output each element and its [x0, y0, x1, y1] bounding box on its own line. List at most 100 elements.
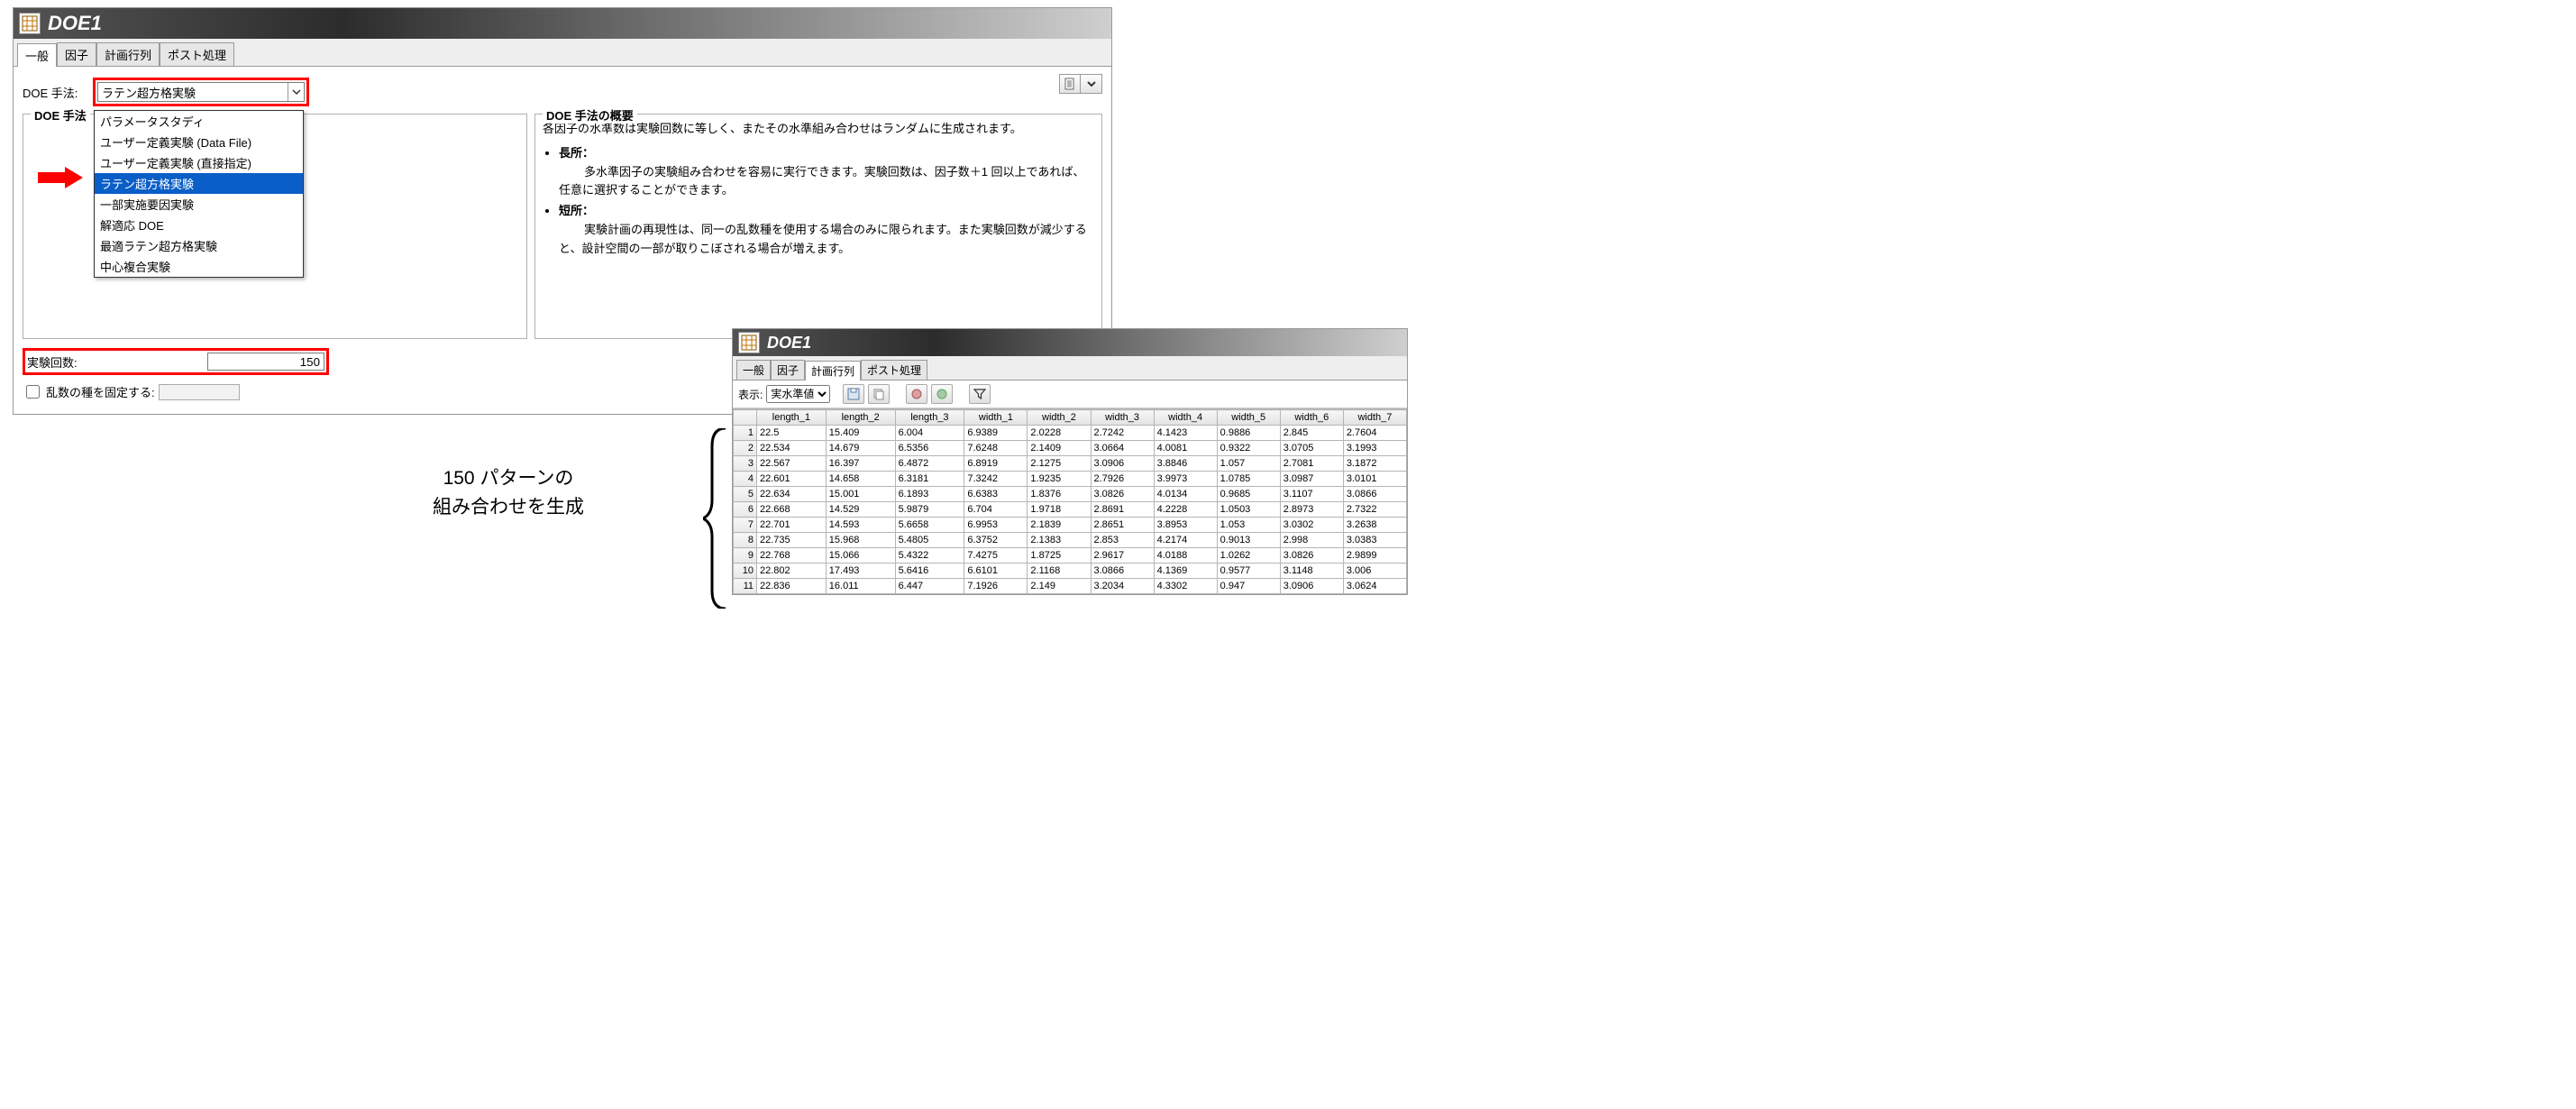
column-header[interactable]: length_3 — [895, 410, 964, 426]
tab-design-matrix[interactable]: 計画行列 — [96, 42, 160, 66]
tab-post[interactable]: ポスト処理 — [160, 42, 234, 66]
table-row[interactable]: 822.73515.9685.48056.37522.13832.8534.21… — [734, 533, 1407, 548]
table-row[interactable]: 1022.80217.4935.64166.61012.11683.08664.… — [734, 564, 1407, 579]
cell[interactable]: 14.658 — [826, 472, 895, 487]
circle-green-icon[interactable] — [931, 384, 953, 404]
cell[interactable]: 5.4805 — [895, 533, 964, 548]
tab-factors[interactable]: 因子 — [57, 42, 96, 66]
column-header[interactable]: width_1 — [964, 410, 1028, 426]
cell[interactable]: 3.0624 — [1343, 579, 1406, 594]
cell[interactable]: 2.9617 — [1091, 548, 1154, 564]
cell[interactable]: 16.011 — [826, 579, 895, 594]
cell[interactable]: 5.6416 — [895, 564, 964, 579]
cell[interactable]: 14.529 — [826, 502, 895, 518]
cell[interactable]: 22.5 — [757, 426, 827, 441]
cell[interactable]: 3.8953 — [1154, 518, 1217, 533]
cell[interactable]: 0.9886 — [1217, 426, 1280, 441]
cell[interactable]: 3.0906 — [1091, 456, 1154, 472]
display-select[interactable]: 実水準値 — [766, 385, 830, 403]
cell[interactable]: 3.0383 — [1343, 533, 1406, 548]
tab-design-matrix[interactable]: 計画行列 — [805, 361, 861, 380]
cell[interactable]: 22.735 — [757, 533, 827, 548]
cell[interactable]: 6.447 — [895, 579, 964, 594]
table-row[interactable]: 322.56716.3976.48726.89192.12753.09063.8… — [734, 456, 1407, 472]
dropdown-item[interactable]: パラメータスタディ — [95, 111, 303, 132]
copy-icon[interactable] — [868, 384, 890, 404]
cell[interactable]: 3.0302 — [1280, 518, 1343, 533]
cell[interactable]: 5.4322 — [895, 548, 964, 564]
dropdown-item[interactable]: 最適ラテン超方格実験 — [95, 235, 303, 256]
cell[interactable]: 2.7242 — [1091, 426, 1154, 441]
cell[interactable]: 3.9973 — [1154, 472, 1217, 487]
cell[interactable]: 22.701 — [757, 518, 827, 533]
cell[interactable]: 0.947 — [1217, 579, 1280, 594]
cell[interactable]: 0.9322 — [1217, 441, 1280, 456]
cell[interactable]: 15.066 — [826, 548, 895, 564]
cell[interactable]: 22.601 — [757, 472, 827, 487]
dropdown-item[interactable]: 一部実施要因実験 — [95, 194, 303, 215]
column-header[interactable]: width_3 — [1091, 410, 1154, 426]
cell[interactable]: 3.1107 — [1280, 487, 1343, 502]
cell[interactable]: 4.2174 — [1154, 533, 1217, 548]
cell[interactable]: 2.1383 — [1028, 533, 1091, 548]
cell[interactable]: 0.9685 — [1217, 487, 1280, 502]
cell[interactable]: 1.8725 — [1028, 548, 1091, 564]
column-header[interactable]: width_6 — [1280, 410, 1343, 426]
cell[interactable]: 3.1993 — [1343, 441, 1406, 456]
cell[interactable]: 22.534 — [757, 441, 827, 456]
cell[interactable]: 22.802 — [757, 564, 827, 579]
cell[interactable]: 14.679 — [826, 441, 895, 456]
cell[interactable]: 6.3752 — [964, 533, 1028, 548]
dropdown-item[interactable]: 解適応 DOE — [95, 215, 303, 235]
table-row[interactable]: 622.66814.5295.98796.7041.97182.86914.22… — [734, 502, 1407, 518]
tab-factors[interactable]: 因子 — [771, 360, 805, 380]
cell[interactable]: 1.053 — [1217, 518, 1280, 533]
cell[interactable]: 3.0826 — [1091, 487, 1154, 502]
dropdown-item-selected[interactable]: ラテン超方格実験 — [95, 173, 303, 194]
cell[interactable]: 1.0503 — [1217, 502, 1280, 518]
cell[interactable]: 7.6248 — [964, 441, 1028, 456]
cell[interactable]: 3.2034 — [1091, 579, 1154, 594]
column-header[interactable]: width_7 — [1343, 410, 1406, 426]
cell[interactable]: 3.0866 — [1091, 564, 1154, 579]
cell[interactable]: 7.3242 — [964, 472, 1028, 487]
cell[interactable]: 2.1409 — [1028, 441, 1091, 456]
cell[interactable]: 4.1369 — [1154, 564, 1217, 579]
save-icon[interactable] — [843, 384, 864, 404]
cell[interactable]: 14.593 — [826, 518, 895, 533]
column-header[interactable]: length_2 — [826, 410, 895, 426]
cell[interactable]: 6.3181 — [895, 472, 964, 487]
cell[interactable]: 0.9013 — [1217, 533, 1280, 548]
cell[interactable]: 2.1275 — [1028, 456, 1091, 472]
cell[interactable]: 2.9899 — [1343, 548, 1406, 564]
cell[interactable]: 1.057 — [1217, 456, 1280, 472]
dropdown-item[interactable]: ユーザー定義実験 (Data File) — [95, 132, 303, 152]
cell[interactable]: 4.0188 — [1154, 548, 1217, 564]
column-header[interactable]: width_4 — [1154, 410, 1217, 426]
cell[interactable]: 1.0262 — [1217, 548, 1280, 564]
table-row[interactable]: 1122.83616.0116.4477.19262.1493.20344.33… — [734, 579, 1407, 594]
cell[interactable]: 6.8919 — [964, 456, 1028, 472]
cell[interactable]: 6.004 — [895, 426, 964, 441]
table-row[interactable]: 222.53414.6796.53567.62482.14093.06644.0… — [734, 441, 1407, 456]
numruns-input[interactable] — [207, 353, 324, 371]
dropdown-item[interactable]: ユーザー定義実験 (直接指定) — [95, 152, 303, 173]
cell[interactable]: 6.1893 — [895, 487, 964, 502]
cell[interactable]: 3.8846 — [1154, 456, 1217, 472]
cell[interactable]: 7.1926 — [964, 579, 1028, 594]
cell[interactable]: 2.845 — [1280, 426, 1343, 441]
cell[interactable]: 3.0101 — [1343, 472, 1406, 487]
cell[interactable]: 4.2228 — [1154, 502, 1217, 518]
cell[interactable]: 3.0826 — [1280, 548, 1343, 564]
cell[interactable]: 6.704 — [964, 502, 1028, 518]
cell[interactable]: 15.968 — [826, 533, 895, 548]
column-header[interactable]: length_1 — [757, 410, 827, 426]
cell[interactable]: 4.0134 — [1154, 487, 1217, 502]
cell[interactable]: 0.9577 — [1217, 564, 1280, 579]
cell[interactable]: 2.998 — [1280, 533, 1343, 548]
table-row[interactable]: 722.70114.5935.66586.99532.18392.86513.8… — [734, 518, 1407, 533]
cell[interactable]: 4.1423 — [1154, 426, 1217, 441]
cell[interactable]: 2.8651 — [1091, 518, 1154, 533]
cell[interactable]: 17.493 — [826, 564, 895, 579]
tab-general[interactable]: 一般 — [17, 43, 57, 67]
